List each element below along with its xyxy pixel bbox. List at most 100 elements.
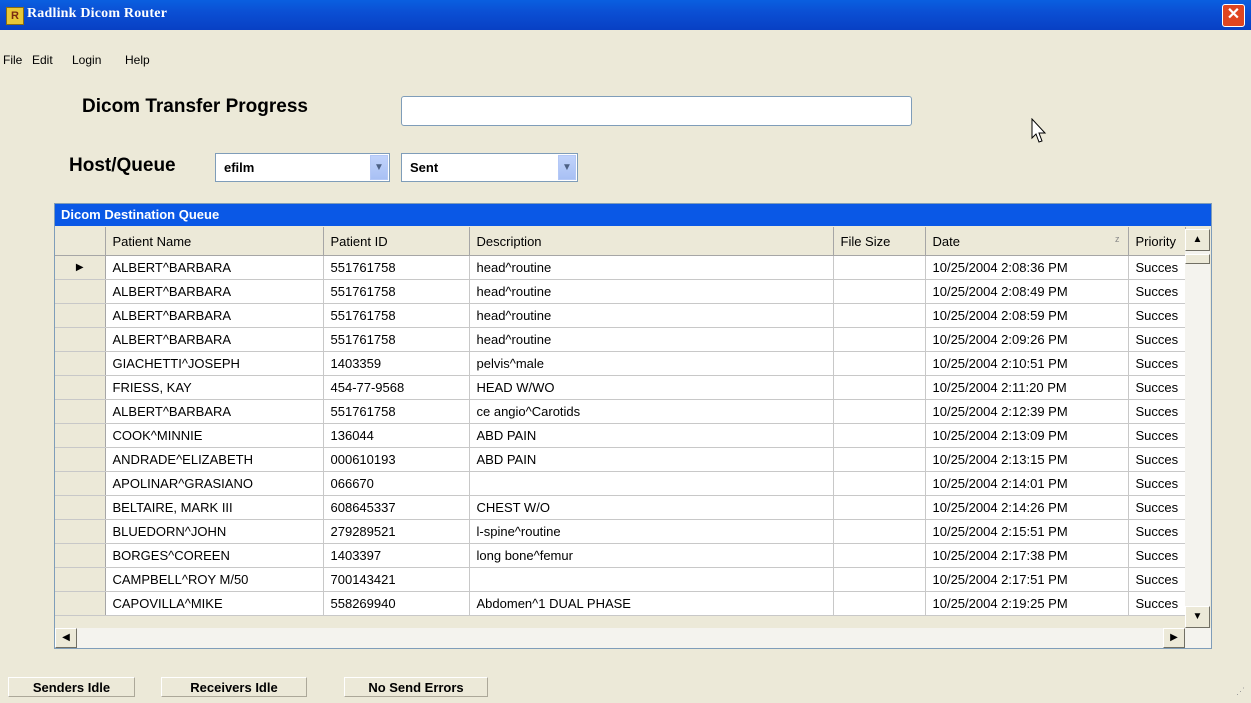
cell-priority[interactable]: Succes bbox=[1128, 327, 1186, 352]
cell-file-size[interactable] bbox=[833, 279, 926, 304]
cell-patient-id[interactable]: 551761758 bbox=[323, 279, 470, 304]
cell-patient-id[interactable]: 1403359 bbox=[323, 351, 470, 376]
cell-file-size[interactable] bbox=[833, 591, 926, 616]
cell-patient-name[interactable]: ALBERT^BARBARA bbox=[105, 303, 324, 328]
cell-file-size[interactable] bbox=[833, 495, 926, 520]
cell-patient-id[interactable]: 454-77-9568 bbox=[323, 375, 470, 400]
cell-priority[interactable]: Succes bbox=[1128, 495, 1186, 520]
row-selector[interactable] bbox=[55, 591, 106, 616]
cell-priority[interactable]: Succes bbox=[1128, 303, 1186, 328]
cell-description[interactable]: ABD PAIN bbox=[469, 423, 834, 448]
scroll-left-button[interactable]: ◀ bbox=[55, 628, 77, 648]
row-selector[interactable] bbox=[55, 447, 106, 472]
cell-patient-id[interactable]: 700143421 bbox=[323, 567, 470, 592]
cell-priority[interactable]: Succes bbox=[1128, 423, 1186, 448]
scroll-up-button[interactable]: ▲ bbox=[1185, 229, 1210, 251]
table-row[interactable]: CAPOVILLA^MIKE 558269940 Abdomen^1 DUAL PH… bbox=[55, 591, 1186, 616]
cell-patient-name[interactable]: APOLINAR^GRASIANO bbox=[105, 471, 324, 496]
cell-description[interactable]: Abdomen^1 DUAL PHASE bbox=[469, 591, 834, 616]
cell-file-size[interactable] bbox=[833, 447, 926, 472]
cell-file-size[interactable] bbox=[833, 423, 926, 448]
menu-help[interactable]: Help bbox=[125, 53, 150, 67]
host-select[interactable]: efilm ▼ bbox=[215, 153, 390, 182]
cell-date[interactable]: 10/25/2004 2:13:15 PM bbox=[925, 447, 1129, 472]
cell-patient-name[interactable]: ANDRADE^ELIZABETH bbox=[105, 447, 324, 472]
table-row[interactable]: BELTAIRE, MARK III 608645337 CHEST W/O 10/2… bbox=[55, 495, 1186, 520]
col-date[interactable]: Date z bbox=[925, 227, 1129, 256]
resize-grip-icon[interactable]: ⋰ bbox=[1236, 686, 1245, 697]
cell-priority[interactable]: Succes bbox=[1128, 471, 1186, 496]
cell-description[interactable]: head^routine bbox=[469, 327, 834, 352]
cell-patient-name[interactable]: CAPOVILLA^MIKE bbox=[105, 591, 324, 616]
table-row[interactable]: COOK^MINNIE 136044 ABD PAIN 10/25/2004 2:13… bbox=[55, 423, 1186, 448]
cell-file-size[interactable] bbox=[833, 399, 926, 424]
cell-description[interactable]: pelvis^male bbox=[469, 351, 834, 376]
cell-description[interactable]: l-spine^routine bbox=[469, 519, 834, 544]
cell-file-size[interactable] bbox=[833, 327, 926, 352]
cell-description[interactable]: ABD PAIN bbox=[469, 447, 834, 472]
col-patient-id[interactable]: Patient ID bbox=[323, 227, 470, 256]
cell-date[interactable]: 10/25/2004 2:19:25 PM bbox=[925, 591, 1129, 616]
cell-patient-id[interactable]: 551761758 bbox=[323, 255, 470, 280]
cell-description[interactable] bbox=[469, 471, 834, 496]
cell-file-size[interactable] bbox=[833, 471, 926, 496]
cell-patient-id[interactable]: 558269940 bbox=[323, 591, 470, 616]
row-selector[interactable] bbox=[55, 351, 106, 376]
cell-file-size[interactable] bbox=[833, 543, 926, 568]
cell-patient-id[interactable]: 279289521 bbox=[323, 519, 470, 544]
cell-patient-id[interactable]: 136044 bbox=[323, 423, 470, 448]
cell-file-size[interactable] bbox=[833, 375, 926, 400]
table-row[interactable]: FRIESS, KAY 454-77-9568 HEAD W/WO 10/25/200… bbox=[55, 375, 1186, 400]
cell-priority[interactable]: Succes bbox=[1128, 255, 1186, 280]
row-selector[interactable] bbox=[55, 471, 106, 496]
cell-description[interactable]: long bone^femur bbox=[469, 543, 834, 568]
table-row[interactable]: ALBERT^BARBARA 551761758 head^routine 10/25… bbox=[55, 303, 1186, 328]
cell-priority[interactable]: Succes bbox=[1128, 375, 1186, 400]
cell-patient-name[interactable]: ALBERT^BARBARA bbox=[105, 327, 324, 352]
cell-priority[interactable]: Succes bbox=[1128, 351, 1186, 376]
cell-date[interactable]: 10/25/2004 2:08:59 PM bbox=[925, 303, 1129, 328]
col-patient-name[interactable]: Patient Name bbox=[105, 227, 324, 256]
cell-file-size[interactable] bbox=[833, 303, 926, 328]
scroll-down-button[interactable]: ▼ bbox=[1185, 606, 1210, 628]
cell-patient-id[interactable]: 1403397 bbox=[323, 543, 470, 568]
close-button[interactable]: ✕ bbox=[1222, 4, 1245, 27]
cell-patient-id[interactable]: 551761758 bbox=[323, 303, 470, 328]
cell-file-size[interactable] bbox=[833, 567, 926, 592]
cell-priority[interactable]: Succes bbox=[1128, 519, 1186, 544]
table-row[interactable]: BLUEDORN^JOHN 279289521 l-spine^routine 10/… bbox=[55, 519, 1186, 544]
cell-date[interactable]: 10/25/2004 2:14:26 PM bbox=[925, 495, 1129, 520]
cell-date[interactable]: 10/25/2004 2:14:01 PM bbox=[925, 471, 1129, 496]
table-row[interactable]: ALBERT^BARBARA 551761758 head^routine 10/25… bbox=[55, 327, 1186, 352]
cell-description[interactable]: head^routine bbox=[469, 255, 834, 280]
table-row[interactable]: BORGES^COREEN 1403397 long bone^femur 10/25… bbox=[55, 543, 1186, 568]
cell-date[interactable]: 10/25/2004 2:10:51 PM bbox=[925, 351, 1129, 376]
cell-patient-name[interactable]: BELTAIRE, MARK III bbox=[105, 495, 324, 520]
cell-priority[interactable]: Succes bbox=[1128, 279, 1186, 304]
cell-patient-name[interactable]: BORGES^COREEN bbox=[105, 543, 324, 568]
col-description[interactable]: Description bbox=[469, 227, 834, 256]
table-row[interactable]: APOLINAR^GRASIANO 066670 10/25/2004 2:14:0… bbox=[55, 471, 1186, 496]
cell-file-size[interactable] bbox=[833, 519, 926, 544]
scroll-right-button[interactable]: ▶ bbox=[1163, 628, 1185, 648]
table-row[interactable]: ▶ ALBERT^BARBARA 551761758 head^routine 10/2… bbox=[55, 255, 1186, 280]
row-selector[interactable] bbox=[55, 543, 106, 568]
cell-date[interactable]: 10/25/2004 2:13:09 PM bbox=[925, 423, 1129, 448]
cell-date[interactable]: 10/25/2004 2:09:26 PM bbox=[925, 327, 1129, 352]
cell-patient-name[interactable]: FRIESS, KAY bbox=[105, 375, 324, 400]
cell-file-size[interactable] bbox=[833, 255, 926, 280]
row-selector[interactable] bbox=[55, 327, 106, 352]
col-file-size[interactable]: File Size bbox=[833, 227, 926, 256]
cell-priority[interactable]: Succes bbox=[1128, 591, 1186, 616]
row-selector[interactable] bbox=[55, 303, 106, 328]
horizontal-scrollbar[interactable]: ◀ ▶ bbox=[55, 628, 1211, 648]
cell-priority[interactable]: Succes bbox=[1128, 543, 1186, 568]
cell-date[interactable]: 10/25/2004 2:17:51 PM bbox=[925, 567, 1129, 592]
table-row[interactable]: GIACHETTI^JOSEPH 1403359 pelvis^male 10/25/… bbox=[55, 351, 1186, 376]
cell-date[interactable]: 10/25/2004 2:12:39 PM bbox=[925, 399, 1129, 424]
cell-patient-name[interactable]: CAMPBELL^ROY M/50 bbox=[105, 567, 324, 592]
table-row[interactable]: ALBERT^BARBARA 551761758 head^routine 10/25… bbox=[55, 279, 1186, 304]
cell-patient-id[interactable]: 000610193 bbox=[323, 447, 470, 472]
menu-file[interactable]: File bbox=[3, 53, 22, 67]
cell-patient-name[interactable]: ALBERT^BARBARA bbox=[105, 279, 324, 304]
